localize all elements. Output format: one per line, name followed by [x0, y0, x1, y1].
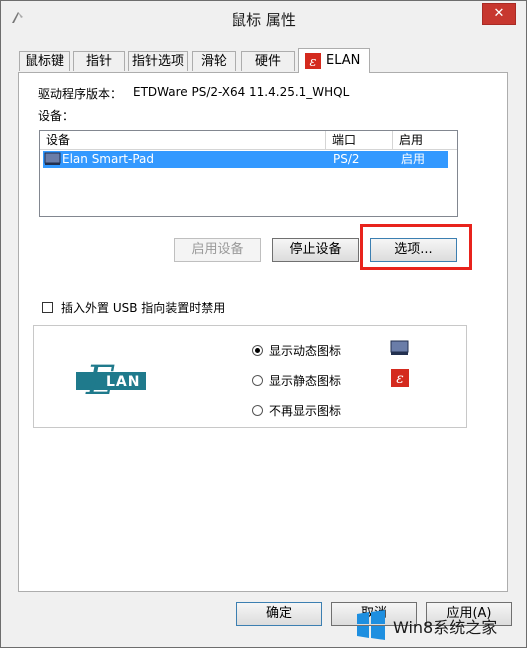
svg-text:ε: ε — [396, 371, 404, 387]
ok-button[interactable]: 确定 — [236, 602, 322, 626]
usb-disable-label: 插入外置 USB 指向装置时禁用 — [61, 301, 226, 315]
close-button[interactable]: ✕ — [482, 3, 516, 25]
dynamic-touchpad-icon — [390, 340, 409, 355]
driver-version-value: ETDWare PS/2-X64 11.4.25.1_WHQL — [133, 85, 350, 99]
stop-device-button[interactable]: 停止设备 — [272, 238, 359, 262]
title-bar[interactable]: 鼠标 属性 ✕ — [1, 1, 526, 38]
watermark: Win8系统之家 — [355, 605, 525, 643]
elan-static-icon: ε — [391, 369, 409, 387]
tab-elan[interactable]: ε ELAN — [298, 48, 370, 73]
device-enabled: 启用 — [401, 152, 426, 166]
tab-pointers[interactable]: 指针 — [73, 51, 125, 71]
tab-hardware[interactable]: 硬件 — [241, 51, 295, 71]
devices-label: 设备： — [38, 109, 75, 123]
hide-icon-label: 不再显示图标 — [269, 404, 342, 418]
windows-logo-icon — [357, 610, 385, 640]
watermark-text: Win8系统之家 — [393, 618, 498, 637]
mouse-properties-window: 鼠标 属性 ✕ 鼠标键 指针 指针选项 滑轮 硬件 ε ELAN 驱动程序版本：… — [0, 0, 527, 648]
column-header-port[interactable]: 端口 — [326, 131, 393, 149]
hide-icon-radio[interactable] — [252, 405, 263, 416]
elan-logo: E LAN — [70, 350, 154, 407]
show-dynamic-icon-label: 显示动态图标 — [269, 344, 342, 358]
tab-elan-label: ELAN — [326, 53, 361, 68]
options-highlight-box — [360, 224, 472, 270]
close-icon: ✕ — [493, 6, 505, 21]
window-title: 鼠标 属性 — [231, 11, 296, 29]
elan-tab-icon: ε — [305, 53, 321, 69]
show-static-icon-radio[interactable] — [252, 375, 263, 386]
enable-device-button[interactable]: 启用设备 — [174, 238, 261, 262]
elan-logo-text: LAN — [106, 374, 141, 390]
device-list-header: 设备 端口 启用 — [40, 131, 457, 150]
device-port: PS/2 — [333, 152, 360, 166]
touchpad-icon — [44, 152, 61, 165]
device-row[interactable]: Elan Smart-Pad PS/2 启用 — [43, 151, 448, 168]
elan-settings-panel: 驱动程序版本： ETDWare PS/2-X64 11.4.25.1_WHQL … — [18, 72, 508, 592]
column-header-device[interactable]: 设备 — [40, 131, 326, 149]
svg-text:ε: ε — [310, 55, 317, 69]
show-dynamic-icon-radio[interactable] — [252, 345, 263, 356]
tray-icon-group: E LAN 显示动态图标 显示静态图标 ε 不再显示图标 — [33, 325, 467, 428]
column-header-enabled[interactable]: 启用 — [393, 131, 457, 149]
show-static-icon-label: 显示静态图标 — [269, 374, 342, 388]
tab-wheel[interactable]: 滑轮 — [192, 51, 236, 71]
tab-buttons[interactable]: 鼠标键 — [19, 51, 70, 71]
driver-version-label: 驱动程序版本： — [38, 87, 123, 101]
tab-pointer-options[interactable]: 指针选项 — [128, 51, 188, 71]
device-name: Elan Smart-Pad — [62, 152, 154, 166]
device-list[interactable]: 设备 端口 启用 Elan Smart-Pad PS/2 启用 — [39, 130, 458, 217]
usb-disable-checkbox[interactable] — [42, 302, 53, 313]
